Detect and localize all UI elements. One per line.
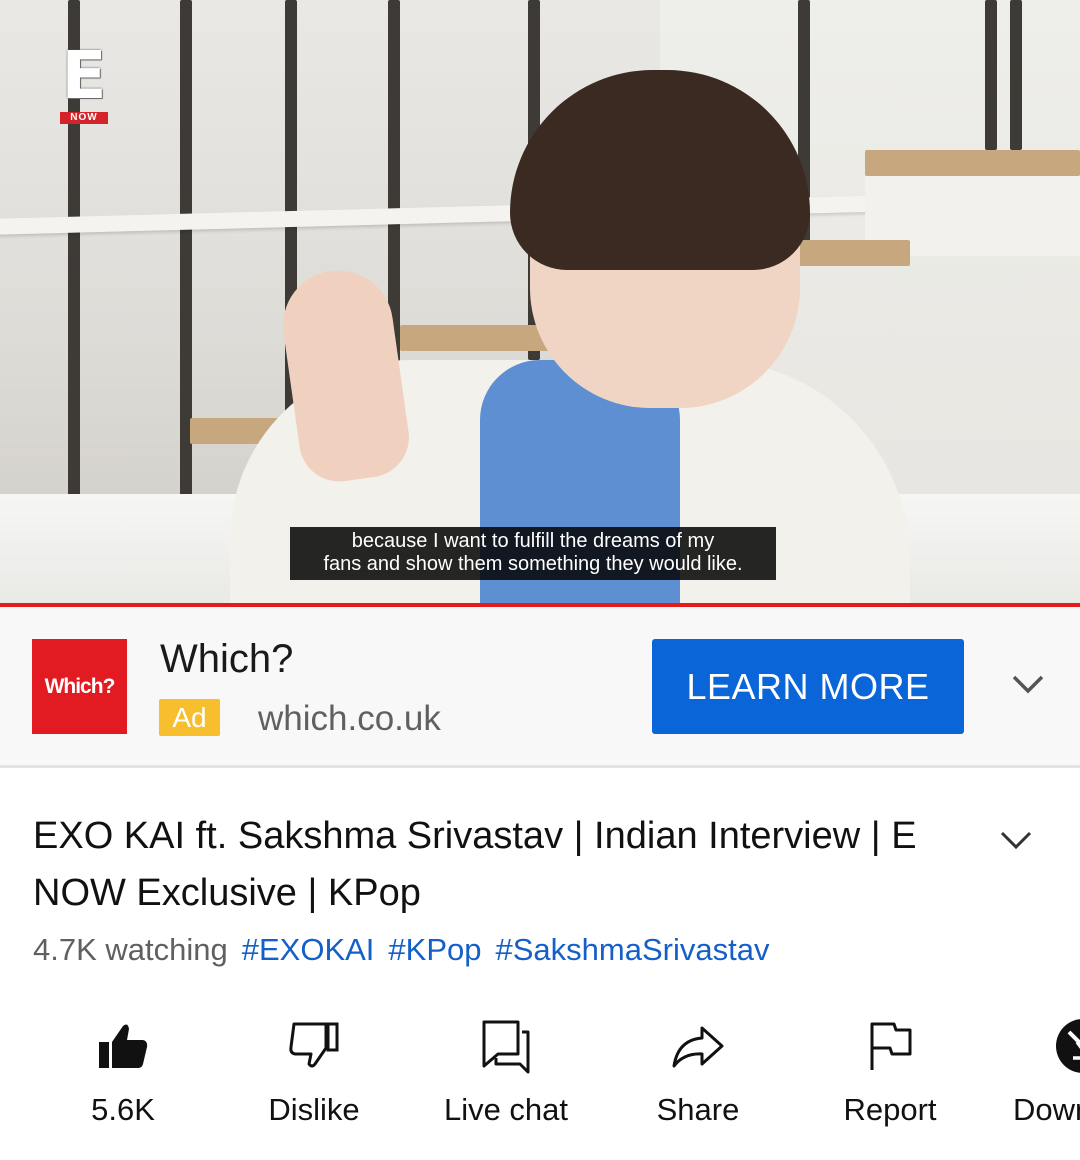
like-button[interactable]: 5.6K (38, 1012, 208, 1142)
report-button[interactable]: Report (805, 1012, 975, 1142)
share-icon (672, 1026, 724, 1068)
live-chat-button[interactable]: Live chat (421, 1012, 591, 1142)
ad-banner[interactable]: Which? Which? Ad which.co.uk LEARN MORE (0, 607, 1080, 768)
share-label: Share (656, 1092, 740, 1127)
flag-icon (870, 1022, 912, 1070)
hashtag-link[interactable]: #EXOKAI (242, 932, 375, 967)
watermark-now: NOW (60, 112, 108, 124)
video-background (1010, 0, 1022, 150)
live-chat-label: Live chat (443, 1092, 569, 1127)
watching-count: 4.7K watching (33, 932, 228, 967)
video-title[interactable]: EXO KAI ft. Sakshma Srivastav | Indian I… (33, 808, 963, 922)
hashtag-link[interactable]: #SakshmaSrivastav (496, 932, 770, 967)
closed-caption: because I want to fulfill the dreams of … (290, 527, 776, 580)
advertiser-logo[interactable]: Which? (32, 639, 127, 734)
advertiser-logo-text: Which? (44, 674, 116, 698)
share-button[interactable]: Share (613, 1012, 783, 1142)
hashtag-link[interactable]: #KPop (388, 932, 481, 967)
learn-more-button[interactable]: LEARN MORE (652, 639, 964, 734)
caption-line: fans and show them something they would … (323, 553, 743, 575)
download-label: Download (1013, 1092, 1080, 1127)
ad-badge: Ad (159, 699, 220, 736)
thumbs-down-icon (289, 1022, 339, 1068)
chat-icon (482, 1020, 530, 1074)
chevron-down-icon[interactable] (1008, 669, 1048, 699)
dislike-label: Dislike (268, 1092, 360, 1127)
thumbs-up-icon (99, 1024, 148, 1068)
chevron-down-icon[interactable] (996, 825, 1036, 855)
video-meta: 4.7K watching #EXOKAI #KPop #SakshmaSrivast… (33, 932, 769, 968)
channel-watermark-logo: E NOW (60, 37, 108, 124)
report-label: Report (843, 1092, 937, 1127)
caption-line: because I want to fulfill the dreams of … (351, 530, 715, 552)
like-count: 5.6K (91, 1092, 155, 1127)
ad-title[interactable]: Which? (160, 637, 293, 682)
video-player[interactable]: E NOW because I want to fulfill the drea… (0, 0, 1080, 604)
watermark-letter: E (61, 37, 107, 114)
dislike-button[interactable]: Dislike (229, 1012, 399, 1142)
video-background (865, 150, 1080, 176)
download-button[interactable]: Download (997, 1012, 1080, 1142)
ad-domain: which.co.uk (258, 699, 441, 738)
action-bar: 5.6K Dislike Live chat Share Report Dow (0, 1012, 1080, 1160)
download-icon (1056, 1019, 1080, 1073)
video-background (985, 0, 997, 150)
